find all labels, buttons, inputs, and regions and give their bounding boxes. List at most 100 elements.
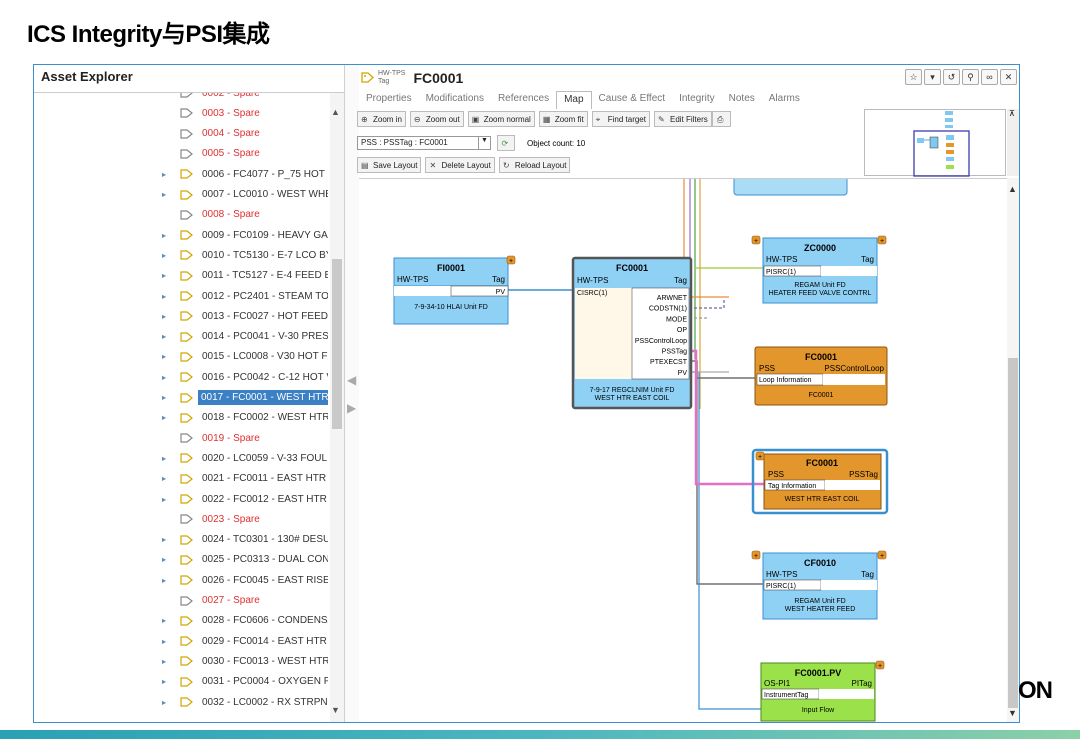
fc0001-port[interactable]: MODE xyxy=(666,316,687,323)
zc0000-expand-left-icon[interactable]: + xyxy=(754,238,758,245)
fc0001-port[interactable]: PTEXECST xyxy=(650,359,688,366)
asset-tree-item[interactable]: ▶ 0028 - FC0606 - CONDENSA xyxy=(162,611,328,631)
tab-integrity[interactable]: Integrity xyxy=(672,91,722,109)
asset-tree-item[interactable]: ▶ 0011 - TC5127 - E-4 FEED B xyxy=(162,266,328,286)
fi0001-expand-icon[interactable]: + xyxy=(509,258,513,265)
expand-arrow-icon[interactable]: ▶ xyxy=(162,454,166,463)
asset-tree-item[interactable]: ▶ 0006 - FC4077 - P_75 HOT F xyxy=(162,164,328,184)
node-fi0001[interactable]: FI0001 HW-TPS Tag PV 7-9-34-10 HLAI Unit… xyxy=(393,255,516,325)
fc0001-port[interactable]: OP xyxy=(677,327,687,334)
node-fc0001-psstag[interactable]: FC0001 PSS PSSTag Tag Information WEST H… xyxy=(751,448,889,515)
asset-tree-item[interactable]: ▶ 0017 - FC0001 - WEST HTR xyxy=(162,388,328,408)
expand-arrow-icon[interactable]: ▶ xyxy=(162,413,166,422)
asset-tree-item[interactable]: ▶ 0015 - LC0008 - V30 HOT FE xyxy=(162,347,328,367)
fc0001-port[interactable]: PSSTag xyxy=(662,349,687,356)
asset-tree-scrollbar[interactable]: ▲ ▼ xyxy=(330,93,344,722)
asset-tree-item[interactable]: 0002 - Spare xyxy=(162,93,328,103)
asset-tree-item[interactable]: 0019 - Spare xyxy=(162,428,328,448)
overview-collapse-icon[interactable]: ⊼ xyxy=(1009,109,1015,118)
psstag-expand-icon[interactable]: + xyxy=(758,454,762,461)
asset-tree-item[interactable]: 0003 - Spare xyxy=(162,103,328,123)
expand-arrow-icon[interactable]: ▶ xyxy=(162,657,166,666)
asset-tree-item[interactable]: ▶ 0025 - PC0313 - DUAL CONT xyxy=(162,550,328,570)
expand-arrow-icon[interactable]: ▶ xyxy=(162,677,166,686)
zoom-in-button[interactable]: ⊕ Zoom in xyxy=(357,111,406,127)
map-scroll-down-icon[interactable]: ▼ xyxy=(1008,708,1017,718)
favorite-icon[interactable]: ☆ xyxy=(905,69,922,85)
cf0010-expand-right-icon[interactable]: + xyxy=(880,553,884,560)
partial-node[interactable] xyxy=(733,179,848,196)
expand-arrow-icon[interactable]: ▶ xyxy=(162,637,166,646)
expand-arrow-icon[interactable]: ▶ xyxy=(162,312,166,321)
history-icon[interactable]: ↺ xyxy=(943,69,960,85)
expand-arrow-icon[interactable]: ▶ xyxy=(162,231,166,240)
asset-tree-item[interactable]: ▶ 0016 - PC0042 - C-12 HOT V xyxy=(162,367,328,387)
asset-tree-item[interactable]: 0004 - Spare xyxy=(162,124,328,144)
expand-arrow-icon[interactable]: ▶ xyxy=(162,495,166,504)
tab-properties[interactable]: Properties xyxy=(359,91,419,109)
pv-expand-icon[interactable]: + xyxy=(878,663,882,670)
tab-cause-effect[interactable]: Cause & Effect xyxy=(592,91,673,109)
scrollbar-thumb[interactable] xyxy=(332,259,342,429)
asset-tree-item[interactable]: ▶ 0009 - FC0109 - HEAVY GAS xyxy=(162,225,328,245)
asset-tree-item[interactable]: ▶ 0031 - PC0004 - OXYGEN PI xyxy=(162,672,328,692)
expand-arrow-icon[interactable]: ▶ xyxy=(162,251,166,260)
map-scrollbar[interactable]: ▲ ▼ xyxy=(1007,178,1019,722)
asset-tree-item[interactable]: ▶ 0010 - TC5130 - E-7 LCO BY xyxy=(162,245,328,265)
node-fc0001[interactable]: FC0001 HW-TPS Tag CISRC(1) ARWNET CODSTN(… xyxy=(571,256,693,410)
asset-tree-item[interactable]: ▶ 0021 - FC0011 - EAST HTR xyxy=(162,469,328,489)
node-fc0001-controlloop[interactable]: FC0001 PSS PSSControlLoop Loop Informati… xyxy=(754,346,888,406)
zoom-out-button[interactable]: ⊖ Zoom out xyxy=(409,111,464,127)
asset-tree-item[interactable]: ▶ 0014 - PC0041 - V-30 PRESS xyxy=(162,327,328,347)
asset-tree-item[interactable]: 0008 - Spare xyxy=(162,205,328,225)
fc0001-port[interactable]: PV xyxy=(678,370,688,377)
tab-references[interactable]: References xyxy=(491,91,556,109)
delete-layout-button[interactable]: ✕ Delete Layout xyxy=(425,157,495,173)
map-overview[interactable] xyxy=(864,109,1006,177)
asset-tree-item[interactable]: ▶ 0007 - LC0010 - WEST WHB xyxy=(162,185,328,205)
node-cf0010[interactable]: CF0010 HW-TPS Tag PISRC(1) REGAM Unit FD… xyxy=(751,550,887,620)
overview-scrollbar[interactable]: ⊼ xyxy=(1007,109,1019,176)
asset-tree-item[interactable]: 0027 - Spare xyxy=(162,591,328,611)
map-scrollbar-thumb[interactable] xyxy=(1008,358,1018,708)
expand-arrow-icon[interactable]: ▶ xyxy=(162,576,166,585)
asset-tree-item[interactable]: ▶ 0022 - FC0012 - EAST HTR xyxy=(162,489,328,509)
expand-arrow-icon[interactable]: ▶ xyxy=(162,271,166,280)
asset-tree-item[interactable]: ▶ 0032 - LC0002 - RX STRPNC xyxy=(162,692,328,712)
tab-map[interactable]: Map xyxy=(556,91,592,109)
map-scroll-up-icon[interactable]: ▲ xyxy=(1008,184,1017,194)
node-zc0000[interactable]: ZC0000 HW-TPS Tag PISRC(1) REGAM Unit FD… xyxy=(751,235,887,304)
scroll-up-icon[interactable]: ▲ xyxy=(331,107,340,117)
tab-notes[interactable]: Notes xyxy=(722,91,762,109)
save-layout-button[interactable]: ▤ Save Layout xyxy=(357,157,422,173)
link-icon[interactable]: ∞ xyxy=(981,69,998,85)
reload-layout-button[interactable]: ↻ Reload Layout xyxy=(498,157,571,173)
expand-arrow-icon[interactable]: ▶ xyxy=(162,373,166,382)
expand-arrow-icon[interactable]: ▶ xyxy=(162,393,166,402)
expand-arrow-icon[interactable]: ▶ xyxy=(162,332,166,341)
expand-arrow-icon[interactable]: ▶ xyxy=(162,292,166,301)
asset-tree-item[interactable]: ▶ 0029 - FC0014 - EAST HTR xyxy=(162,631,328,651)
expand-right-icon[interactable]: ▶ xyxy=(347,401,356,415)
zoom-normal-button[interactable]: ▣ Zoom normal xyxy=(467,111,535,127)
asset-tree-item[interactable]: ▶ 0030 - FC0013 - WEST HTR xyxy=(162,651,328,671)
fc0001-port[interactable]: ARWNET xyxy=(657,295,688,302)
edit-filters-button[interactable]: ✎ Edit Filters xyxy=(653,111,712,127)
expand-arrow-icon[interactable]: ▶ xyxy=(162,616,166,625)
fc0001-port[interactable]: CODSTN(1) xyxy=(649,306,687,313)
asset-tree-item[interactable]: ▶ 0020 - LC0059 - V-33 FOUL xyxy=(162,448,328,468)
expand-arrow-icon[interactable]: ▶ xyxy=(162,535,166,544)
expand-arrow-icon[interactable]: ▶ xyxy=(162,474,166,483)
asset-tree-item[interactable]: 0005 - Spare xyxy=(162,144,328,164)
zc0000-expand-right-icon[interactable]: + xyxy=(880,238,884,245)
expand-arrow-icon[interactable]: ▶ xyxy=(162,170,166,179)
expand-arrow-icon[interactable]: ▶ xyxy=(162,698,166,707)
scroll-down-icon[interactable]: ▼ xyxy=(331,705,340,715)
asset-tree-item[interactable]: ▶ 0024 - TC0301 - 130# DESU xyxy=(162,530,328,550)
fc0001-port[interactable]: PSSControlLoop xyxy=(635,338,687,345)
print-button[interactable]: ⎙ xyxy=(712,111,731,127)
expand-arrow-icon[interactable]: ▶ xyxy=(162,352,166,361)
dropdown-icon[interactable]: ▾ xyxy=(924,69,941,85)
relationship-map[interactable]: FI0001 HW-TPS Tag PV 7-9-34-10 HLAI Unit… xyxy=(359,178,1007,722)
tab-modifications[interactable]: Modifications xyxy=(419,91,491,109)
